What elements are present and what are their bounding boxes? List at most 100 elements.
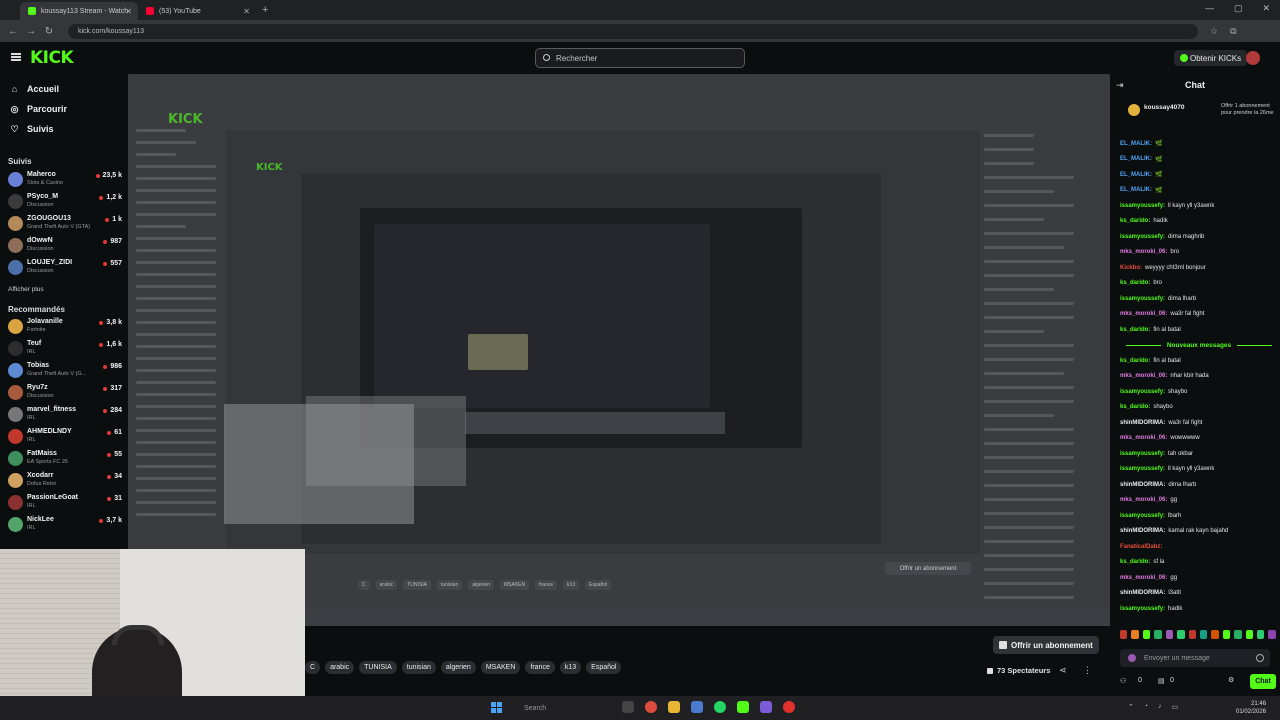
chat-username[interactable]: mks_moroki_06: bbox=[1120, 435, 1167, 441]
share-icon[interactable]: ⋖ bbox=[1059, 665, 1067, 676]
taskbar-clock[interactable]: 21:46 01/02/2026 bbox=[1236, 700, 1266, 716]
menu-icon[interactable] bbox=[11, 53, 21, 61]
sidebar-channel[interactable]: Ryu7z Discussion 317 bbox=[8, 382, 122, 402]
sidebar-channel[interactable]: PassionLeGoat IRL 31 bbox=[8, 492, 122, 512]
chat-username[interactable]: ks_darido: bbox=[1120, 559, 1150, 565]
extensions-icon[interactable]: ⧉ bbox=[1230, 26, 1236, 37]
store-icon[interactable] bbox=[691, 701, 703, 713]
emote-icon[interactable] bbox=[1222, 630, 1231, 639]
chat-username[interactable]: FanaticalDabz: bbox=[1120, 544, 1162, 550]
chat-username[interactable]: ks_darido: bbox=[1120, 327, 1150, 333]
chat-username[interactable]: issamyoussefy: bbox=[1120, 466, 1165, 472]
chat-username[interactable]: EL_MALIK: bbox=[1120, 172, 1152, 178]
new-tab-icon[interactable]: + bbox=[262, 4, 268, 16]
chat-input[interactable]: Envoyer un message bbox=[1120, 649, 1270, 667]
chat-username[interactable]: mks_moroki_06: bbox=[1120, 311, 1167, 317]
sidebar-channel[interactable]: FatMaiss EA Sports FC 26 55 bbox=[8, 448, 122, 468]
kick-app-icon[interactable] bbox=[737, 701, 749, 713]
sidebar-channel[interactable]: Maherco Slots & Casino 23,5 k bbox=[8, 169, 122, 189]
user-avatar[interactable] bbox=[1246, 51, 1260, 65]
battery-icon[interactable]: ▭ bbox=[1172, 703, 1179, 711]
settings-icon[interactable]: ⚙ bbox=[1228, 676, 1234, 684]
stream-tag[interactable]: k13 bbox=[559, 661, 582, 674]
send-chat-button[interactable]: Chat bbox=[1250, 674, 1276, 689]
chat-username[interactable]: issamyoussefy: bbox=[1120, 296, 1165, 302]
sidebar-channel[interactable]: PSyco_M Discussion 1,2 k bbox=[8, 191, 122, 211]
chat-username[interactable]: shinMIDORIMA: bbox=[1120, 590, 1165, 596]
show-more-link[interactable]: Afficher plus bbox=[8, 286, 44, 293]
maximize-icon[interactable]: ▢ bbox=[1234, 3, 1243, 14]
sidebar-channel[interactable]: NickLee IRL 3,7 k bbox=[8, 514, 122, 534]
stream-tag[interactable]: MSAKEN bbox=[480, 661, 521, 674]
more-options-icon[interactable]: ⋮ bbox=[1083, 665, 1092, 676]
task-view-icon[interactable] bbox=[622, 701, 634, 713]
emote-icon[interactable] bbox=[1268, 630, 1276, 639]
pinned-user[interactable]: koussay4070 bbox=[1144, 104, 1184, 111]
emote-icon[interactable] bbox=[1177, 630, 1185, 639]
chat-username[interactable]: EL_MALIK: bbox=[1120, 156, 1152, 162]
back-icon[interactable]: ← bbox=[4, 26, 22, 37]
emoji-icon[interactable] bbox=[1256, 654, 1264, 662]
emote-icon[interactable] bbox=[1199, 630, 1208, 639]
sidebar-channel[interactable]: ZGOUGOU13 Grand Theft Auto V (GTA) 1 k bbox=[8, 213, 122, 233]
chat-username[interactable]: mks_moroki_06: bbox=[1120, 497, 1167, 503]
sidebar-channel[interactable]: marvel_fitness IRL 284 bbox=[8, 404, 122, 424]
emote-icon[interactable] bbox=[1257, 630, 1265, 639]
close-window-icon[interactable]: ✕ bbox=[1262, 3, 1270, 14]
chat-username[interactable]: ks_darido: bbox=[1120, 280, 1150, 286]
wifi-icon[interactable]: ◔ bbox=[1144, 703, 1148, 711]
chat-username[interactable]: issamyoussefy: bbox=[1120, 606, 1165, 612]
chat-username[interactable]: EL_MALIK: bbox=[1120, 187, 1152, 193]
sidebar-channel[interactable]: Tobias Grand Theft Auto V (G... 986 bbox=[8, 360, 122, 380]
chat-username[interactable]: Kickbo: bbox=[1120, 265, 1142, 271]
emote-icon[interactable] bbox=[1245, 630, 1254, 639]
emote-icon[interactable] bbox=[1234, 630, 1242, 639]
sidebar-channel[interactable]: dOwwN Discussion 987 bbox=[8, 235, 122, 255]
sidebar-channel[interactable]: Teuf IRL 1,6 k bbox=[8, 338, 122, 358]
chrome-icon[interactable] bbox=[645, 701, 657, 713]
stream-tag[interactable]: france bbox=[525, 661, 555, 674]
chat-username[interactable]: issamyoussefy: bbox=[1120, 513, 1165, 519]
emote-icon[interactable] bbox=[1142, 630, 1151, 639]
emote-icon[interactable] bbox=[1211, 630, 1219, 639]
close-tab-icon[interactable]: ✕ bbox=[243, 7, 250, 16]
emote-icon[interactable] bbox=[1131, 630, 1139, 639]
search-input[interactable]: Rechercher bbox=[535, 48, 745, 68]
url-field[interactable]: kick.com/koussay113 bbox=[68, 23, 1198, 39]
taskbar-search[interactable]: Search bbox=[512, 701, 612, 715]
close-tab-icon[interactable]: ✕ bbox=[125, 7, 132, 16]
whatsapp-icon[interactable] bbox=[714, 701, 726, 713]
minimize-icon[interactable]: — bbox=[1205, 3, 1214, 14]
chat-username[interactable]: issamyoussefy: bbox=[1120, 389, 1165, 395]
chat-username[interactable]: shinMIDORIMA: bbox=[1120, 482, 1165, 488]
sidebar-channel[interactable]: LOUJEY_ZIDI Discussion 557 bbox=[8, 257, 122, 277]
emote-icon[interactable] bbox=[1165, 630, 1174, 639]
chat-username[interactable]: issamyoussefy: bbox=[1120, 234, 1165, 240]
kick-logo[interactable]: KICK bbox=[30, 48, 74, 68]
forward-icon[interactable]: → bbox=[22, 26, 40, 37]
stream-tag[interactable]: C bbox=[305, 661, 321, 674]
chat-username[interactable]: ks_darido: bbox=[1120, 404, 1150, 410]
stream-tag[interactable]: TUNISIA bbox=[359, 661, 397, 674]
points-icon[interactable]: ⚇ bbox=[1120, 677, 1126, 685]
reload-icon[interactable]: ↻ bbox=[40, 26, 58, 37]
browser-tab-youtube[interactable]: (53) YouTube ✕ bbox=[138, 2, 256, 20]
chevron-up-icon[interactable]: ⌃ bbox=[1128, 703, 1134, 711]
chat-username[interactable]: issamyoussefy: bbox=[1120, 451, 1165, 457]
emote-icon[interactable] bbox=[1154, 630, 1162, 639]
opera-icon[interactable] bbox=[783, 701, 795, 713]
stream-video[interactable]: KICK KICK Offrir un abonnement Carabic TU… bbox=[128, 74, 1110, 626]
get-kicks-button[interactable]: Obtenir KICKs bbox=[1174, 50, 1248, 66]
chat-username[interactable]: shinMIDORIMA: bbox=[1120, 528, 1165, 534]
chat-username[interactable]: shinMIDORIMA: bbox=[1120, 420, 1165, 426]
chat-username[interactable]: issamyoussefy: bbox=[1120, 203, 1165, 209]
chat-username[interactable]: mks_moroki_06: bbox=[1120, 575, 1167, 581]
sidebar-item-browse[interactable]: ◎ Parcourir bbox=[10, 104, 67, 114]
browser-tab-kick[interactable]: koussay113 Stream - Watch ✕ bbox=[20, 2, 138, 20]
gift-count-icon[interactable]: ▤ bbox=[1158, 677, 1165, 685]
stream-tag[interactable]: tunisian bbox=[401, 661, 436, 674]
sidebar-channel[interactable]: Jolavanille Fortnite 3,8 k bbox=[8, 316, 122, 336]
chat-username[interactable]: ks_darido: bbox=[1120, 358, 1150, 364]
sidebar-channel[interactable]: AHMEDLNDY IRL 61 bbox=[8, 426, 122, 446]
gift-subscription-button[interactable]: Offrir un abonnement bbox=[993, 636, 1099, 654]
